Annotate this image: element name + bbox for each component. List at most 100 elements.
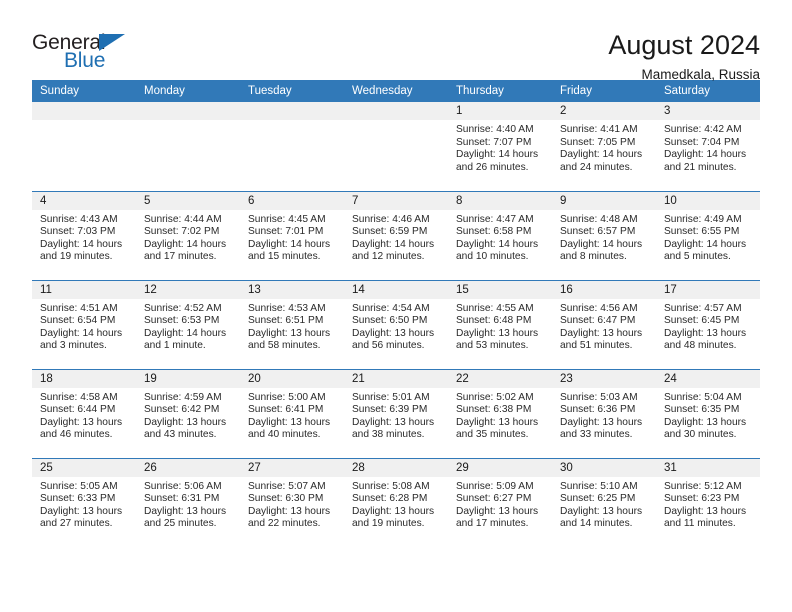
calendar-day-cell[interactable]: 14 Sunrise: 4:54 AM Sunset: 6:50 PM Dayligh… <box>344 279 448 369</box>
sunset-time: Sunset: 6:54 PM <box>40 315 116 327</box>
daylight-duration-line2: and 15 minutes. <box>248 251 321 263</box>
sunrise-time: Sunrise: 4:41 AM <box>560 124 638 135</box>
calendar-week-row: 11 Sunrise: 4:51 AM Sunset: 6:54 PM Dayligh… <box>32 279 760 369</box>
sunset-time: Sunset: 7:03 PM <box>40 226 116 238</box>
calendar-day-cell[interactable]: 21 Sunrise: 5:01 AM Sunset: 6:39 PM Dayligh… <box>344 368 448 458</box>
day-info: Sunrise: 5:09 AM Sunset: 6:27 PM Daylight:… <box>448 477 552 531</box>
calendar-day-cell[interactable]: 4 Sunrise: 4:43 AM Sunset: 7:03 PM Daylight… <box>32 190 136 280</box>
calendar-day-cell[interactable]: 9 Sunrise: 4:48 AM Sunset: 6:57 PM Daylight… <box>552 190 656 280</box>
calendar-day-cell[interactable]: 20 Sunrise: 5:00 AM Sunset: 6:41 PM Dayligh… <box>240 368 344 458</box>
day-info: Sunrise: 4:40 AM Sunset: 7:07 PM Daylight:… <box>448 120 552 174</box>
day-number: 5 <box>136 191 240 210</box>
sunrise-time: Sunrise: 4:59 AM <box>144 391 222 403</box>
sunset-time: Sunset: 6:50 PM <box>352 315 428 327</box>
sunset-time: Sunset: 6:33 PM <box>40 493 116 505</box>
daylight-duration-line2: and 56 minutes. <box>352 340 425 352</box>
calendar-day-cell[interactable]: 18 Sunrise: 4:58 AM Sunset: 6:44 PM Dayligh… <box>32 368 136 458</box>
daylight-duration-line2: and 48 minutes. <box>664 340 737 352</box>
sunrise-time: Sunrise: 4:51 AM <box>40 302 118 314</box>
sunrise-time: Sunrise: 5:01 AM <box>352 391 430 403</box>
day-number: 17 <box>656 280 760 299</box>
daylight-duration-line1: Daylight: 14 hours <box>664 149 747 161</box>
calendar-day-cell[interactable]: 19 Sunrise: 4:59 AM Sunset: 6:42 PM Dayligh… <box>136 368 240 458</box>
calendar-day-cell[interactable]: 24 Sunrise: 5:04 AM Sunset: 6:35 PM Dayligh… <box>656 368 760 458</box>
calendar-day-cell[interactable]: 10 Sunrise: 4:49 AM Sunset: 6:55 PM Dayligh… <box>656 190 760 280</box>
calendar-day-cell[interactable]: 30 Sunrise: 5:10 AM Sunset: 6:25 PM Dayligh… <box>552 457 656 547</box>
daylight-duration-line1: Daylight: 13 hours <box>144 505 227 517</box>
calendar-day-cell[interactable]: 3 Sunrise: 4:42 AM Sunset: 7:04 PM Daylight… <box>656 102 760 191</box>
day-info: Sunrise: 4:49 AM Sunset: 6:55 PM Daylight:… <box>656 210 760 264</box>
sunrise-time: Sunrise: 4:45 AM <box>248 213 326 225</box>
daylight-duration-line2: and 40 minutes. <box>248 429 321 441</box>
calendar-day-cell[interactable]: 27 Sunrise: 5:07 AM Sunset: 6:30 PM Dayligh… <box>240 457 344 547</box>
calendar-day-cell-empty <box>136 102 240 191</box>
day-number: 12 <box>136 280 240 299</box>
calendar-day-cell[interactable]: 1 Sunrise: 4:40 AM Sunset: 7:07 PM Daylight… <box>448 102 552 191</box>
daylight-duration-line1: Daylight: 13 hours <box>664 505 747 517</box>
day-info: Sunrise: 5:01 AM Sunset: 6:39 PM Daylight:… <box>344 388 448 442</box>
sunset-time: Sunset: 6:59 PM <box>352 226 428 238</box>
sunset-time: Sunset: 7:05 PM <box>560 136 636 148</box>
calendar-day-cell[interactable]: 8 Sunrise: 4:47 AM Sunset: 6:58 PM Daylight… <box>448 190 552 280</box>
sunset-time: Sunset: 6:41 PM <box>248 404 324 416</box>
calendar-day-cell[interactable]: 7 Sunrise: 4:46 AM Sunset: 6:59 PM Daylight… <box>344 190 448 280</box>
calendar-day-cell[interactable]: 28 Sunrise: 5:08 AM Sunset: 6:28 PM Dayligh… <box>344 457 448 547</box>
daylight-duration-line2: and 12 minutes. <box>352 251 425 263</box>
daylight-duration-line1: Daylight: 14 hours <box>248 238 331 250</box>
calendar-day-cell[interactable]: 11 Sunrise: 4:51 AM Sunset: 6:54 PM Dayligh… <box>32 279 136 369</box>
sunrise-time: Sunrise: 5:02 AM <box>456 391 534 403</box>
calendar-day-cell[interactable]: 13 Sunrise: 4:53 AM Sunset: 6:51 PM Dayligh… <box>240 279 344 369</box>
calendar-day-cell[interactable]: 25 Sunrise: 5:05 AM Sunset: 6:33 PM Dayligh… <box>32 457 136 547</box>
daylight-duration-line2: and 33 minutes. <box>560 429 633 441</box>
page-title: August 2024 <box>608 30 760 60</box>
logo-text-blue: Blue <box>64 49 106 72</box>
daylight-duration-line1: Daylight: 13 hours <box>144 416 227 428</box>
daylight-duration-line1: Daylight: 14 hours <box>40 327 123 339</box>
day-info: Sunrise: 4:53 AM Sunset: 6:51 PM Daylight:… <box>240 299 344 353</box>
daylight-duration-line2: and 24 minutes. <box>560 161 633 173</box>
calendar-day-cell[interactable]: 31 Sunrise: 5:12 AM Sunset: 6:23 PM Dayligh… <box>656 457 760 547</box>
calendar-day-cell[interactable]: 17 Sunrise: 4:57 AM Sunset: 6:45 PM Dayligh… <box>656 279 760 369</box>
calendar-day-cell[interactable]: 23 Sunrise: 5:03 AM Sunset: 6:36 PM Dayligh… <box>552 368 656 458</box>
weekday-header-tuesday: Tuesday <box>240 80 344 102</box>
sunrise-time: Sunrise: 4:46 AM <box>352 213 430 225</box>
daylight-duration-line2: and 22 minutes. <box>248 518 321 530</box>
sunset-time: Sunset: 6:47 PM <box>560 315 636 327</box>
calendar-day-cell[interactable]: 6 Sunrise: 4:45 AM Sunset: 7:01 PM Daylight… <box>240 190 344 280</box>
calendar-day-cell[interactable]: 2 Sunrise: 4:41 AM Sunset: 7:05 PM Daylight… <box>552 102 656 191</box>
calendar-day-cell[interactable]: 26 Sunrise: 5:06 AM Sunset: 6:31 PM Dayligh… <box>136 457 240 547</box>
sunset-time: Sunset: 6:25 PM <box>560 493 636 505</box>
calendar-day-cell[interactable]: 29 Sunrise: 5:09 AM Sunset: 6:27 PM Dayligh… <box>448 457 552 547</box>
calendar-day-cell[interactable]: 16 Sunrise: 4:56 AM Sunset: 6:47 PM Dayligh… <box>552 279 656 369</box>
daylight-duration-line2: and 19 minutes. <box>40 251 113 263</box>
day-number: 2 <box>552 102 656 120</box>
daylight-duration-line2: and 14 minutes. <box>560 518 633 530</box>
calendar-day-cell[interactable]: 15 Sunrise: 4:55 AM Sunset: 6:48 PM Dayligh… <box>448 279 552 369</box>
calendar-day-cell[interactable]: 5 Sunrise: 4:44 AM Sunset: 7:02 PM Daylight… <box>136 190 240 280</box>
day-info: Sunrise: 4:54 AM Sunset: 6:50 PM Daylight:… <box>344 299 448 353</box>
daylight-duration-line2: and 5 minutes. <box>664 251 731 263</box>
sunset-time: Sunset: 6:28 PM <box>352 493 428 505</box>
weekday-header-friday: Friday <box>552 80 656 102</box>
day-info: Sunrise: 5:08 AM Sunset: 6:28 PM Daylight:… <box>344 477 448 531</box>
sunset-time: Sunset: 7:07 PM <box>456 136 532 148</box>
day-number: 24 <box>656 369 760 388</box>
day-number: 7 <box>344 191 448 210</box>
calendar-day-cell[interactable]: 12 Sunrise: 4:52 AM Sunset: 6:53 PM Dayligh… <box>136 279 240 369</box>
day-info: Sunrise: 4:56 AM Sunset: 6:47 PM Daylight:… <box>552 299 656 353</box>
daylight-duration-line1: Daylight: 13 hours <box>456 416 539 428</box>
day-info: Sunrise: 4:41 AM Sunset: 7:05 PM Daylight:… <box>552 120 656 174</box>
page-header: General Blue August 2024 Mamedkala, Russ… <box>32 0 760 82</box>
day-number <box>136 102 240 120</box>
daylight-duration-line2: and 26 minutes. <box>456 161 529 173</box>
day-info: Sunrise: 5:06 AM Sunset: 6:31 PM Daylight:… <box>136 477 240 531</box>
sunset-time: Sunset: 6:39 PM <box>352 404 428 416</box>
daylight-duration-line1: Daylight: 13 hours <box>40 505 123 517</box>
sunrise-time: Sunrise: 4:47 AM <box>456 213 534 225</box>
sunrise-time: Sunrise: 4:42 AM <box>664 124 742 135</box>
calendar-day-cell[interactable]: 22 Sunrise: 5:02 AM Sunset: 6:38 PM Dayligh… <box>448 368 552 458</box>
day-info: Sunrise: 4:45 AM Sunset: 7:01 PM Daylight:… <box>240 210 344 264</box>
day-info: Sunrise: 4:58 AM Sunset: 6:44 PM Daylight:… <box>32 388 136 442</box>
daylight-duration-line2: and 25 minutes. <box>144 518 217 530</box>
general-blue-logo[interactable]: General Blue <box>32 30 144 76</box>
